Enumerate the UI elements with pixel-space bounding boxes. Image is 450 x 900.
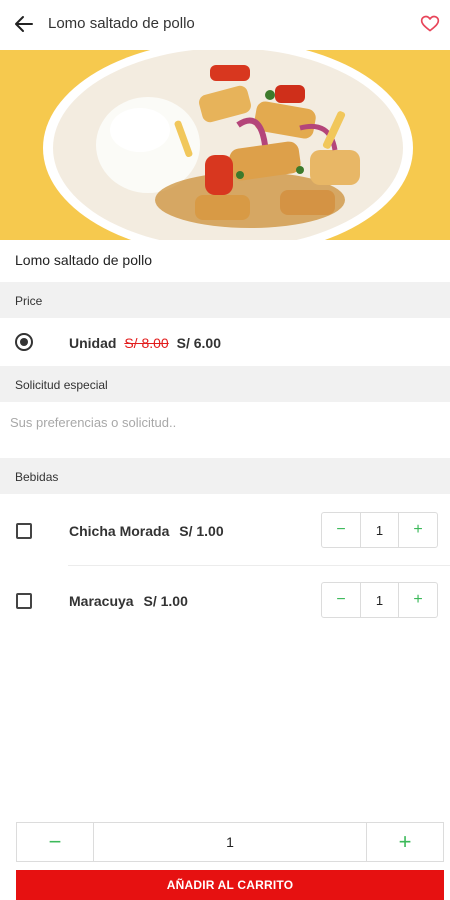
checkbox-unchecked-icon[interactable]: [16, 523, 32, 539]
add-to-cart-button[interactable]: AÑADIR AL CARRITO: [16, 870, 444, 900]
page-title: Lomo saltado de pollo: [48, 15, 195, 32]
dish-name: Lomo saltado de pollo: [0, 240, 450, 282]
dish-illustration: [0, 50, 450, 240]
drink-name: Chicha Morada: [69, 523, 170, 539]
minus-button[interactable]: −: [322, 583, 360, 617]
price-option-row[interactable]: Unidad S/ 8.00 S/ 6.00: [0, 318, 450, 366]
price-option-text: Unidad S/ 8.00 S/ 6.00: [69, 335, 221, 351]
special-request-input[interactable]: [0, 402, 450, 442]
drinks-section-header: Bebidas: [0, 458, 450, 494]
drink-name: Maracuya: [69, 593, 134, 609]
quantity-value: 1: [360, 583, 399, 617]
drink-label: Chicha Morada S/ 1.00: [69, 523, 224, 539]
arrow-left-icon: [15, 16, 33, 32]
plus-button[interactable]: +: [399, 583, 437, 617]
drink-quantity-stepper: − 1 +: [321, 582, 438, 618]
app-bar: Lomo saltado de pollo: [0, 0, 450, 50]
drink-price: S/ 1.00: [143, 593, 188, 609]
cart-plus-button[interactable]: +: [367, 823, 443, 861]
price-section-header: Price: [0, 282, 450, 318]
drink-label: Maracuya S/ 1.00: [69, 593, 188, 609]
minus-button[interactable]: −: [322, 513, 360, 547]
drink-item: Chicha Morada S/ 1.00 − 1 +: [0, 496, 450, 566]
old-price: S/ 8.00: [124, 335, 169, 351]
back-button[interactable]: [12, 12, 36, 36]
cart-quantity-value: 1: [93, 823, 367, 861]
special-request-header: Solicitud especial: [0, 366, 450, 402]
heart-outline-icon: [420, 15, 440, 32]
radio-selected-icon[interactable]: [15, 333, 33, 351]
quantity-value: 1: [360, 513, 399, 547]
checkbox-unchecked-icon[interactable]: [16, 593, 32, 609]
cart-quantity-stepper: − 1 +: [16, 822, 444, 862]
dish-image: [0, 50, 450, 240]
drink-item: Maracuya S/ 1.00 − 1 +: [0, 566, 450, 636]
cart-minus-button[interactable]: −: [17, 823, 93, 861]
new-price: S/ 6.00: [176, 335, 221, 351]
favorite-button[interactable]: [418, 12, 442, 36]
price-option-label: Unidad: [69, 335, 117, 351]
drink-price: S/ 1.00: [179, 523, 224, 539]
drink-quantity-stepper: − 1 +: [321, 512, 438, 548]
plus-button[interactable]: +: [399, 513, 437, 547]
